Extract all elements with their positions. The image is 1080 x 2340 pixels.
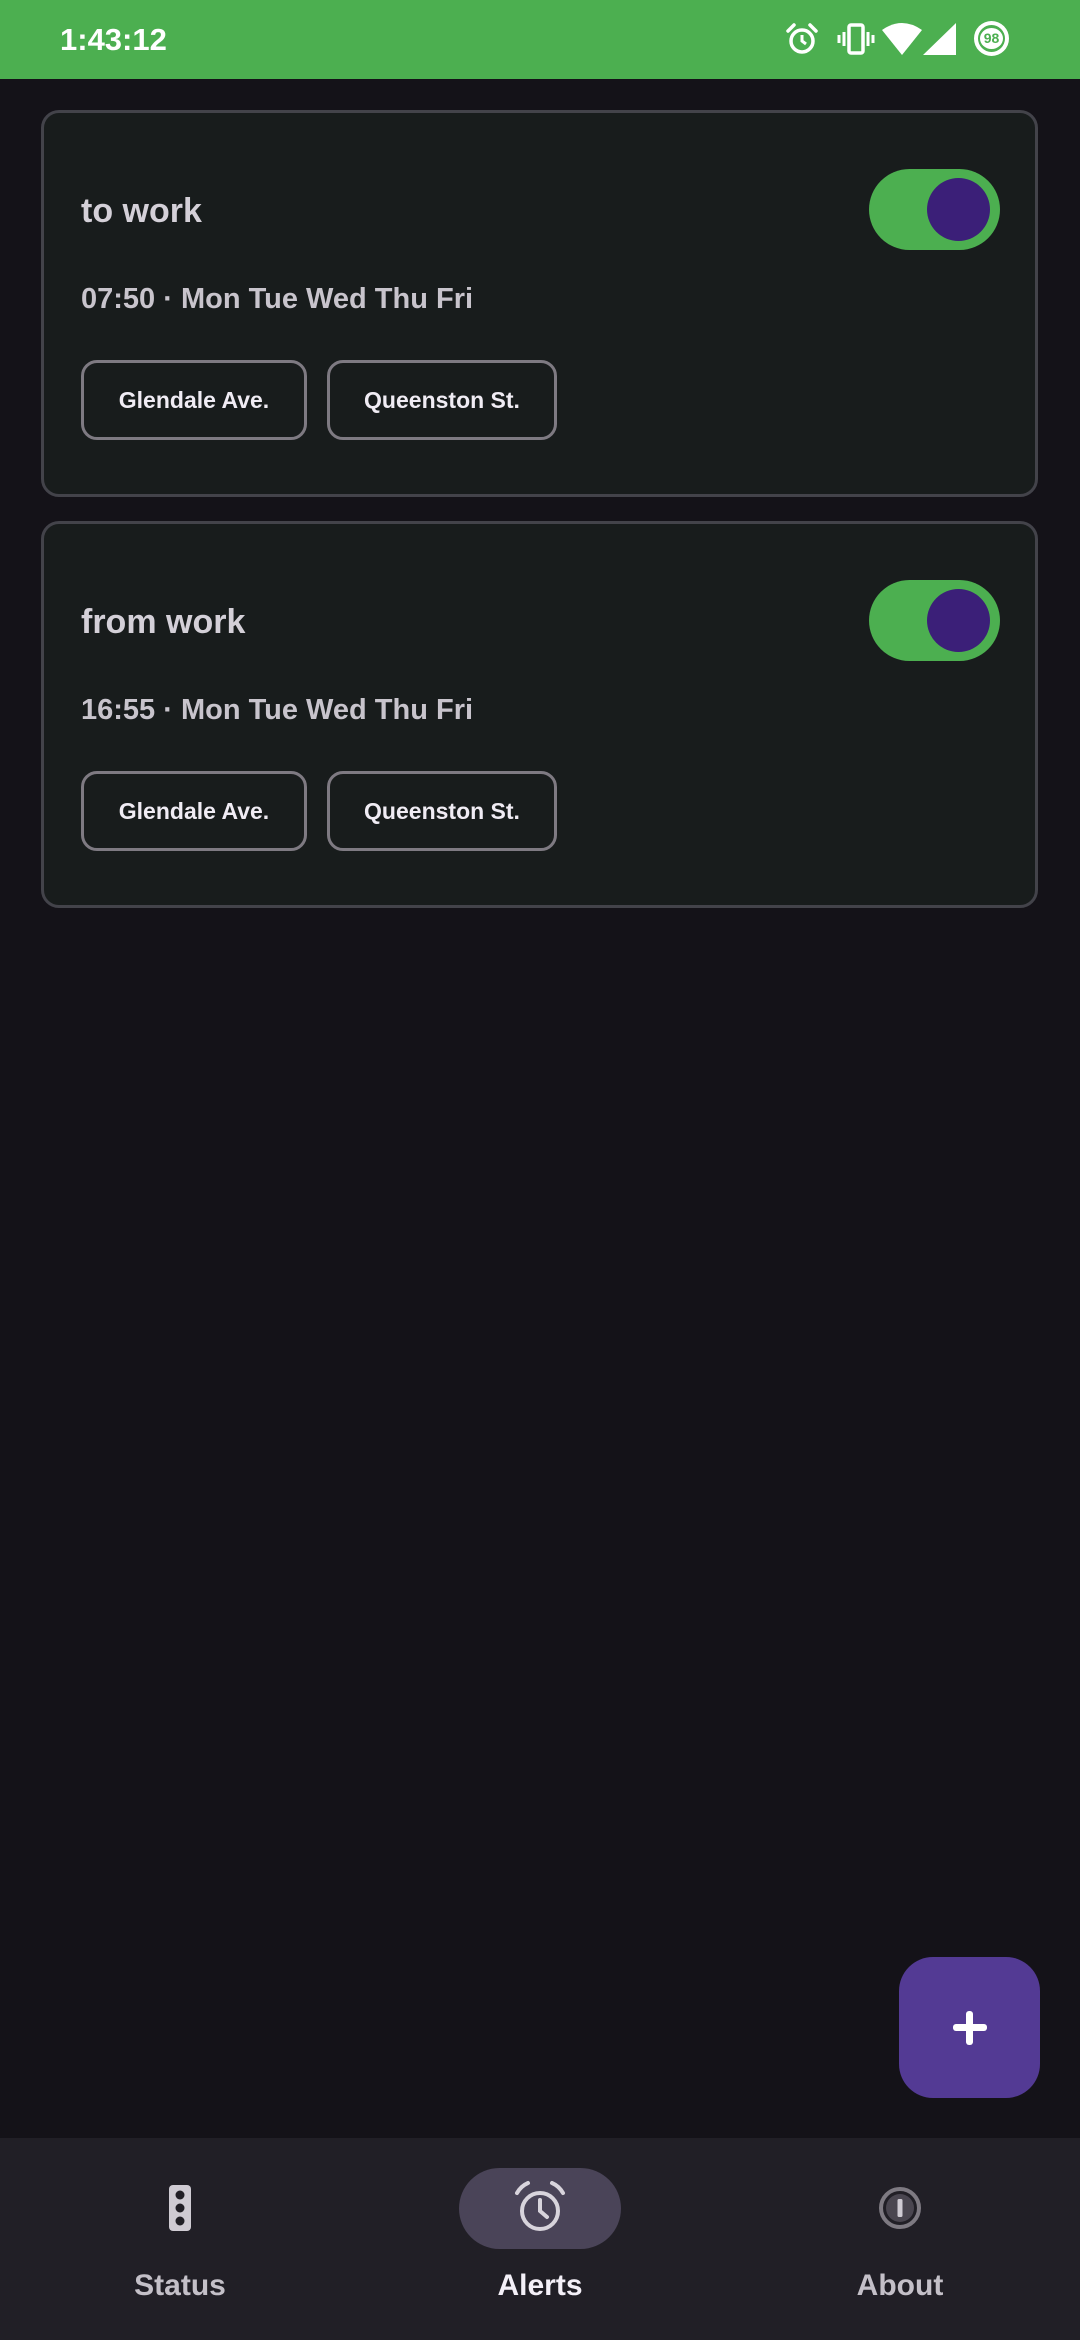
- plus-icon-bar-v: [966, 2011, 973, 2045]
- alert-enabled-toggle[interactable]: [869, 169, 1000, 250]
- stop-chip[interactable]: Queenston St.: [327, 360, 557, 440]
- alarm-icon: [786, 23, 818, 54]
- battery-icon: 98: [974, 21, 1009, 56]
- alert-card[interactable]: from work 16:55 · Mon Tue Wed Thu Fri Gl…: [41, 521, 1038, 908]
- status-time: 1:43:12: [60, 22, 167, 57]
- alert-enabled-toggle[interactable]: [869, 580, 1000, 661]
- status-bar: 1:43:12 98: [0, 0, 1080, 79]
- nav-label-alerts: Alerts: [497, 2269, 583, 2302]
- bottom-navigation: Status Alerts About: [0, 2138, 1080, 2340]
- alert-name: from work: [81, 603, 246, 641]
- wifi-icon: [882, 23, 922, 55]
- alert-schedule: 16:55 · Mon Tue Wed Thu Fri: [81, 694, 474, 726]
- signal-icon: [923, 23, 956, 55]
- battery-level: 98: [980, 28, 1003, 49]
- nav-item-alerts[interactable]: Alerts: [360, 2138, 720, 2340]
- stop-chip[interactable]: Queenston St.: [327, 771, 557, 851]
- alert-schedule: 07:50 · Mon Tue Wed Thu Fri: [81, 283, 474, 315]
- nav-label-status: Status: [134, 2269, 226, 2302]
- vibrate-icon: [837, 23, 875, 55]
- stop-chip[interactable]: Glendale Ave.: [81, 771, 307, 851]
- traffic-light-icon: [169, 2185, 191, 2231]
- add-alert-button[interactable]: [899, 1957, 1040, 2098]
- stop-chip[interactable]: Glendale Ave.: [81, 360, 307, 440]
- alarm-icon: [515, 2181, 565, 2231]
- alert-name: to work: [81, 192, 202, 230]
- toggle-thumb: [927, 589, 990, 652]
- nav-item-status[interactable]: Status: [0, 2138, 360, 2340]
- info-icon: [879, 2187, 921, 2229]
- nav-label-about: About: [856, 2269, 944, 2302]
- nav-item-about[interactable]: About: [720, 2138, 1080, 2340]
- alert-card[interactable]: to work 07:50 · Mon Tue Wed Thu Fri Glen…: [41, 110, 1038, 497]
- toggle-thumb: [927, 178, 990, 241]
